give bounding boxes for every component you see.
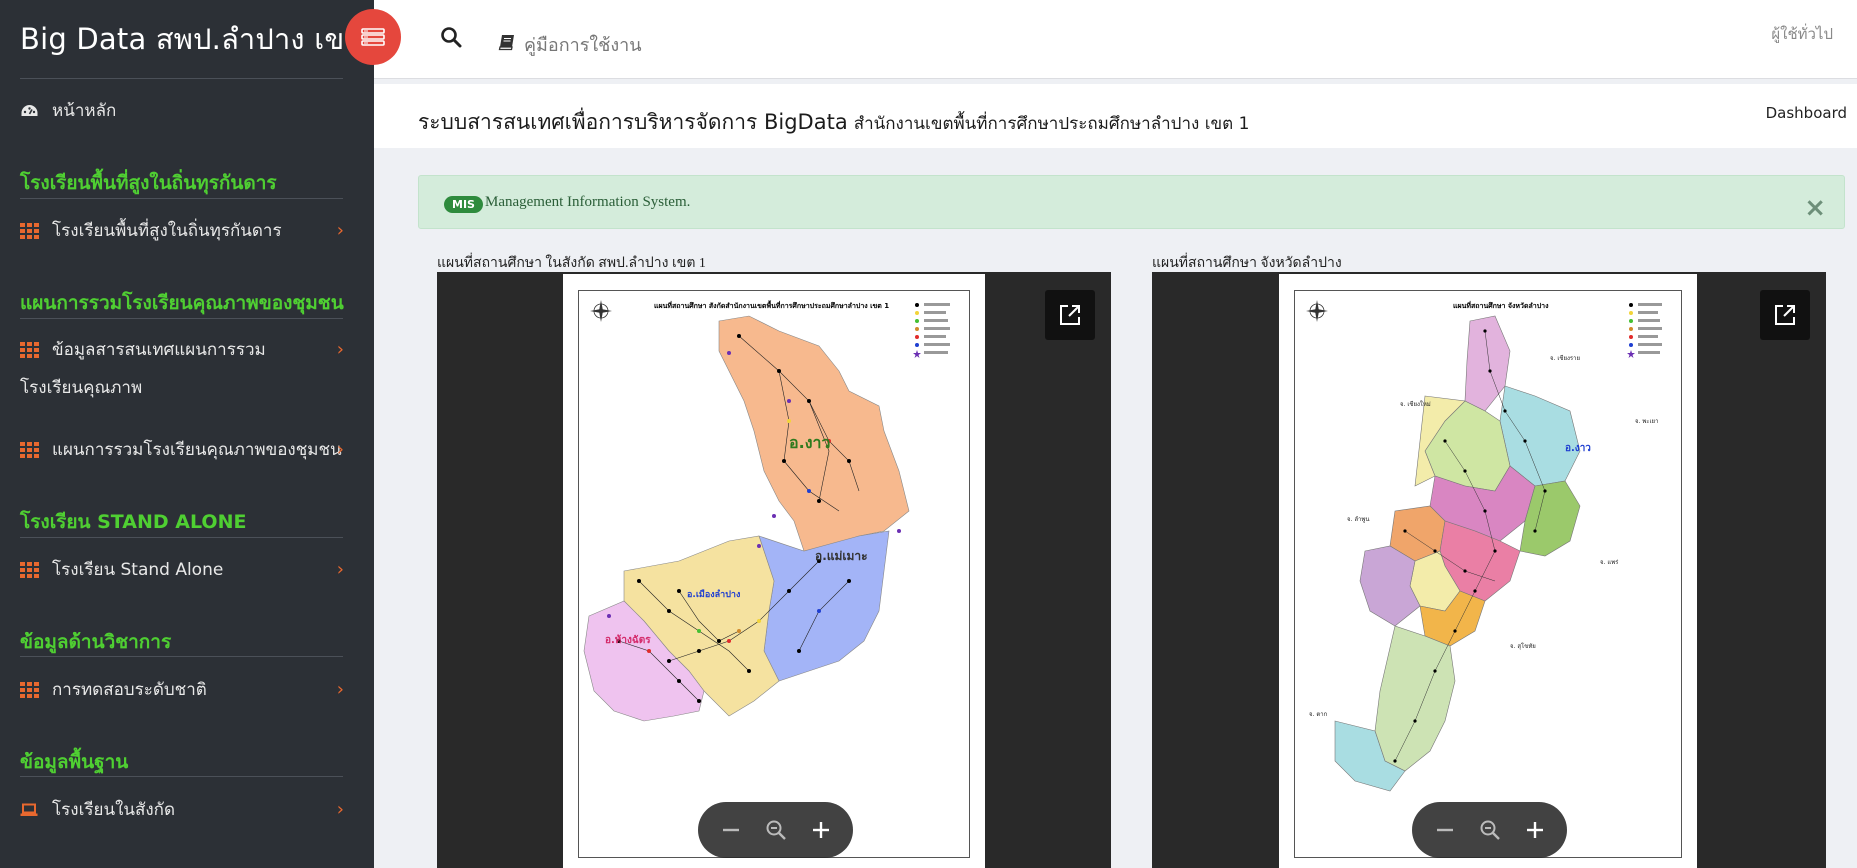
compass-icon: [1306, 300, 1328, 322]
sidebar-item-home[interactable]: หน้าหลัก: [20, 92, 344, 130]
minus-icon[interactable]: [1428, 813, 1462, 847]
breadcrumb[interactable]: Dashboard: [1766, 104, 1847, 122]
sidebar-item-label: โรงเรียนพื้นที่สูงในถิ่นทุรกันดาร: [52, 221, 282, 241]
sidebar-item-national-test[interactable]: การทดสอบระดับชาติ ›: [20, 671, 344, 709]
zoom-controls: [698, 802, 853, 858]
sidebar-divider: [20, 776, 343, 777]
pdf-viewer-province[interactable]: แผนที่สถานศึกษา จังหวัดลำปาง อ.งาว จ. เช…: [1152, 272, 1826, 868]
district-map-area1: [583, 300, 950, 722]
neighbor-label: จ. พะเยา: [1635, 418, 1659, 425]
district-label: อ.แม่เมาะ: [815, 549, 868, 563]
sidebar-item-label: หน้าหลัก: [52, 101, 117, 121]
sidebar: Big Data สพป.ลำปาง เขต 1 หน้าหลัก โรงเรี…: [0, 0, 391, 868]
section-header-remote-schools: โรงเรียนพื้นที่สูงในถิ่นทุรกันดาร: [20, 172, 277, 194]
sidebar-divider: [20, 537, 343, 538]
book-icon: [498, 33, 516, 56]
map-page: แผนที่สถานศึกษา สังกัดสำนักงานเขตพื้นที่…: [563, 274, 985, 868]
laptop-icon: [20, 791, 52, 829]
grid-icon: [20, 431, 52, 469]
menu-list-icon: [361, 28, 385, 46]
open-external-button[interactable]: [1760, 290, 1810, 340]
sidebar-item-label: ข้อมูลสารสนเทศแผนการรวมโรงเรียนคุณภาพ: [20, 340, 266, 398]
sidebar-item-label: โรงเรียน Stand Alone: [52, 560, 224, 580]
neighbor-label: จ. ตาก: [1309, 711, 1328, 718]
zoom-reset-icon[interactable]: [759, 813, 793, 847]
open-external-icon: [1775, 305, 1795, 325]
sidebar-item-label: แผนการรวมโรงเรียนคุณภาพของชุมชน: [52, 440, 342, 460]
sidebar-item-label: โรงเรียนในสังกัด: [52, 800, 176, 820]
open-external-icon: [1060, 305, 1080, 325]
map-frame: แผนที่สถานศึกษา สังกัดสำนักงานเขตพื้นที่…: [578, 290, 970, 858]
sidebar-divider: [20, 656, 343, 657]
search-icon[interactable]: [440, 26, 462, 52]
page-title-sub: สำนักงานเขตพื้นที่การศึกษาประถมศึกษาลำปา…: [853, 114, 1250, 134]
sidebar-item-label: การทดสอบระดับชาติ: [52, 680, 207, 700]
panel-caption-area1: แผนที่สถานศึกษา ในสังกัด สพป.ลำปาง เขต 1: [437, 256, 706, 271]
section-header-basic-data: ข้อมูลพื้นฐาน: [20, 751, 129, 773]
district-label: อ.ห้างฉัตร: [605, 635, 651, 646]
sidebar-divider: [20, 198, 343, 199]
grid-icon: [20, 551, 52, 589]
plus-icon[interactable]: [1518, 813, 1552, 847]
chevron-right-icon: ›: [336, 679, 344, 700]
menu-toggle-button[interactable]: [345, 9, 401, 65]
minus-icon[interactable]: [714, 813, 748, 847]
chevron-right-icon: ›: [336, 439, 344, 460]
topbar: คู่มือการใช้งาน ผู้ใช้ทั่วไป: [374, 0, 1857, 79]
manual-label: คู่มือการใช้งาน: [524, 35, 642, 56]
pdf-viewer-area1[interactable]: แผนที่สถานศึกษา สังกัดสำนักงานเขตพื้นที่…: [437, 272, 1111, 868]
chevron-right-icon: ›: [336, 799, 344, 820]
sidebar-divider: [20, 318, 343, 319]
alert-text: Management Information System.: [485, 194, 691, 210]
section-header-stand-alone: โรงเรียน STAND ALONE: [20, 511, 247, 533]
chevron-right-icon: ›: [336, 220, 344, 241]
mis-badge: MIS: [444, 196, 483, 213]
grid-icon: [20, 212, 52, 250]
province-map: [1306, 300, 1662, 792]
neighbor-label: จ. ลำพูน: [1347, 516, 1370, 523]
sidebar-item-stand-alone[interactable]: โรงเรียน Stand Alone ›: [20, 551, 344, 589]
neighbor-label: จ. แพร่: [1600, 559, 1619, 566]
grid-icon: [20, 331, 52, 369]
brand-title[interactable]: Big Data สพป.ลำปาง เขต 1: [20, 16, 391, 62]
neighbor-label: จ. สุโขทัย: [1510, 643, 1536, 650]
manual-link[interactable]: คู่มือการใช้งาน: [498, 30, 642, 59]
sidebar-item-remote-schools[interactable]: โรงเรียนพื้นที่สูงในถิ่นทุรกันดาร ›: [20, 212, 344, 250]
compass-icon: [590, 300, 612, 322]
sidebar-item-merge-info[interactable]: ข้อมูลสารสนเทศแผนการรวมโรงเรียนคุณภาพ ›: [20, 331, 344, 407]
panel-caption-province: แผนที่สถานศึกษา จังหวัดลำปาง: [1152, 256, 1342, 271]
chevron-right-icon: ›: [336, 339, 344, 360]
map-page: แผนที่สถานศึกษา จังหวัดลำปาง อ.งาว จ. เช…: [1279, 274, 1697, 868]
neighbor-label: จ. เชียงราย: [1550, 355, 1581, 362]
open-external-button[interactable]: [1045, 290, 1095, 340]
map-legend: [1627, 303, 1662, 358]
sidebar-item-merge-plan[interactable]: แผนการรวมโรงเรียนคุณภาพของชุมชน ›: [20, 431, 344, 469]
sidebar-item-schools[interactable]: โรงเรียนในสังกัด ›: [20, 791, 344, 829]
plus-icon[interactable]: [804, 813, 838, 847]
district-label: อ.งาว: [789, 433, 831, 452]
zoom-reset-icon[interactable]: [1473, 813, 1507, 847]
grid-icon: [20, 671, 52, 709]
user-menu[interactable]: ผู้ใช้ทั่วไป: [1771, 22, 1833, 46]
page-title: ระบบสารสนเทศเพื่อการบริหารจัดการ BigData…: [418, 106, 1249, 139]
district-label: อ.เมืองลำปาง: [687, 590, 741, 600]
neighbor-label: จ. เชียงใหม่: [1400, 401, 1431, 408]
section-header-school-merge: แผนการรวมโรงเรียนคุณภาพของชุมชน: [20, 292, 344, 314]
info-alert: MIS Management Information System. ×: [418, 175, 1845, 229]
map-legend: [913, 303, 950, 358]
page-title-main: ระบบสารสนเทศเพื่อการบริหารจัดการ BigData: [418, 110, 848, 134]
section-header-academic: ข้อมูลด้านวิชาการ: [20, 631, 172, 653]
zoom-controls: [1412, 802, 1567, 858]
close-icon[interactable]: ×: [1804, 193, 1826, 223]
map-frame: แผนที่สถานศึกษา จังหวัดลำปาง อ.งาว จ. เช…: [1294, 290, 1682, 858]
page-header: ระบบสารสนเทศเพื่อการบริหารจัดการ BigData…: [374, 84, 1857, 148]
sidebar-divider: [20, 78, 343, 79]
dashboard-icon: [20, 92, 52, 130]
district-label: อ.งาว: [1565, 443, 1591, 454]
chevron-right-icon: ›: [336, 559, 344, 580]
